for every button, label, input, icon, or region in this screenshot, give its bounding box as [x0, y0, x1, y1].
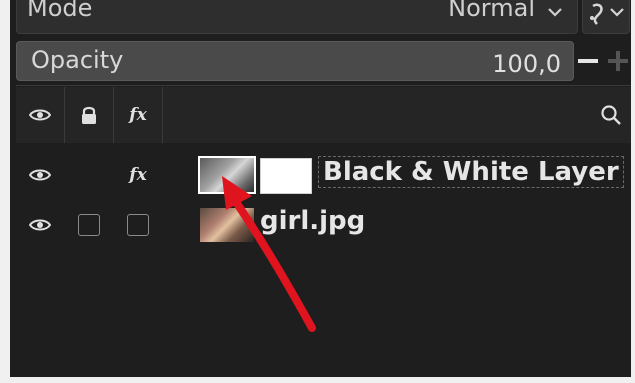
search-icon: [600, 105, 621, 125]
fx-icon: fx: [129, 105, 147, 125]
layer-visibility-toggle[interactable]: [16, 200, 64, 250]
layer-fx-checkbox[interactable]: [114, 200, 162, 250]
mode-label: Mode: [27, 0, 93, 22]
mode-value: Normal: [448, 0, 535, 22]
layer-thumbnail[interactable]: [200, 208, 254, 242]
layer-thumbnail[interactable]: [198, 156, 256, 194]
blend-mode-dropdown[interactable]: Mode Normal: [16, 0, 578, 34]
layer-mask-thumbnail[interactable]: [260, 158, 312, 194]
layer-row[interactable]: fx Black & White Layer: [16, 150, 631, 200]
layer-fx-button[interactable]: fx: [114, 150, 162, 200]
fx-icon: fx: [129, 165, 147, 185]
search-layers-button[interactable]: [590, 87, 631, 143]
opacity-label: Opacity: [31, 46, 124, 74]
layers-panel: Mode Normal Opacity 100,0 fx fx Black & …: [10, 0, 631, 377]
checkbox-icon: [127, 214, 149, 236]
window-frame-bottom: [0, 377, 635, 383]
window-frame-right: [631, 0, 635, 383]
layer-mode-switch-button[interactable]: [582, 0, 630, 34]
layers-header: fx: [16, 87, 631, 143]
panel-divider: [16, 85, 631, 86]
opacity-increase-button[interactable]: [606, 43, 630, 79]
header-lock-column[interactable]: [65, 87, 114, 143]
minus-icon: [578, 59, 598, 63]
opacity-value: 100,0: [492, 50, 561, 78]
mode-switch-icon: [590, 3, 624, 25]
lock-icon: [82, 106, 96, 124]
eye-icon: [29, 169, 51, 181]
eye-icon: [29, 109, 51, 121]
opacity-decrease-button[interactable]: [576, 43, 600, 79]
layer-row[interactable]: girl.jpg: [16, 200, 631, 250]
header-fx-column[interactable]: fx: [114, 87, 163, 143]
window-frame-left: [0, 0, 10, 383]
header-visibility-column[interactable]: [16, 87, 65, 143]
opacity-slider[interactable]: Opacity 100,0: [16, 41, 574, 81]
plus-icon: [608, 51, 628, 71]
layer-lock-checkbox[interactable]: [65, 200, 113, 250]
eye-icon: [29, 219, 51, 231]
layer-visibility-toggle[interactable]: [16, 150, 64, 200]
layer-name[interactable]: girl.jpg: [260, 206, 365, 236]
checkbox-icon: [78, 214, 100, 236]
layer-name[interactable]: Black & White Layer: [318, 156, 624, 188]
chevron-down-icon: [548, 8, 562, 17]
